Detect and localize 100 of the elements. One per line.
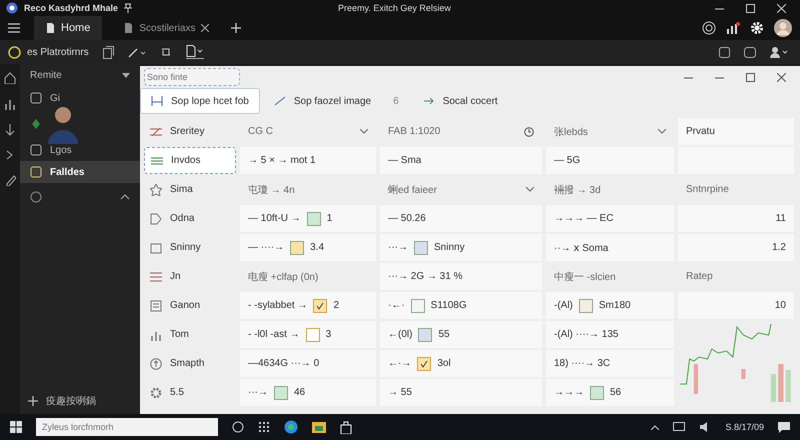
add-tab-icon[interactable] — [231, 23, 242, 33]
column-header: 裲撥 → 3d — [553, 184, 602, 198]
edit-icon[interactable] — [4, 174, 16, 186]
settings-icon — [150, 386, 162, 398]
column-header: 屯瓊 → 4n — [247, 184, 296, 198]
square-icon — [30, 166, 42, 178]
chevron-down-icon — [526, 187, 534, 192]
start-icon[interactable] — [10, 421, 22, 433]
home-icon[interactable] — [4, 72, 16, 84]
checkbox[interactable] — [417, 356, 432, 370]
add-icon[interactable] — [28, 396, 38, 406]
document-icon — [150, 300, 162, 312]
chevron-right-icon[interactable] — [6, 150, 14, 160]
sidebar-footer-label[interactable]: 疫趣按咧鍋 — [46, 394, 96, 408]
nav-item[interactable]: 5.5 — [144, 379, 236, 406]
table-cell: — 5G — [546, 147, 674, 174]
info-icon[interactable] — [30, 191, 42, 203]
time-field[interactable]: FAB 1:1020 — [380, 118, 542, 145]
column-header: Ratep — [685, 270, 714, 284]
table-cell: — 50.26 — [380, 205, 542, 232]
close-icon[interactable] — [777, 72, 786, 82]
settings-icon[interactable] — [750, 21, 764, 35]
smiley-icon[interactable] — [8, 46, 21, 58]
cell-value: Sninny — [434, 242, 465, 253]
copy-icon[interactable] — [102, 46, 114, 58]
tab[interactable]: Scostileriaxs — [112, 16, 222, 40]
network-icon[interactable] — [673, 422, 686, 432]
cell-label: ←·→ — [388, 358, 412, 369]
nav-item[interactable]: Tom — [144, 321, 236, 348]
cell-value: 3ol — [437, 358, 451, 369]
avatar-icon[interactable] — [774, 19, 792, 37]
menu-icon — [150, 272, 162, 282]
pin-icon — [124, 3, 132, 13]
table-cell: ··→ ⅹ Soma — [546, 234, 674, 261]
table-cell: →→→ — EC — [546, 205, 674, 232]
search-field[interactable]: Zyleus lorcfnmorh — [36, 418, 218, 436]
tab[interactable]: Home — [34, 16, 102, 40]
sidebar-item[interactable]: Falldes — [20, 161, 140, 183]
table-cell: 11 — [678, 205, 794, 232]
chevron-up-icon[interactable] — [120, 194, 130, 200]
bar-chart-icon[interactable] — [4, 98, 16, 110]
nav-item[interactable]: Invdos — [144, 147, 236, 174]
line-icon — [274, 96, 286, 106]
sidebar-item[interactable]: Gi — [20, 87, 140, 109]
tab[interactable]: Sop lope hcet fob — [140, 88, 260, 114]
browser-icon[interactable] — [284, 420, 298, 434]
nav-item[interactable]: Sreritey — [144, 118, 236, 145]
notification-icon[interactable] — [778, 422, 790, 432]
bar-chart-icon[interactable] — [726, 21, 740, 35]
square-icon — [30, 144, 42, 156]
checkbox[interactable] — [313, 298, 328, 312]
nav-item[interactable]: Jn — [144, 263, 236, 290]
dropdown[interactable]: 张lebds — [546, 118, 674, 145]
nav-item[interactable]: Sima — [144, 176, 236, 203]
caret-icon[interactable] — [122, 72, 130, 78]
table-cell: —4634G ···→ 0 — [240, 350, 376, 377]
document-icon — [46, 23, 55, 33]
table-cell: → 5 × → mot 1 — [240, 147, 376, 174]
folder-icon[interactable] — [312, 421, 326, 433]
filter-icon — [150, 126, 162, 136]
task-view-icon[interactable] — [232, 421, 244, 433]
cell-label: ·←· — [388, 300, 405, 311]
column-header: Sntnrpine — [685, 183, 730, 197]
cell-value: Sm180 — [598, 300, 631, 311]
document-icon — [124, 23, 134, 33]
close-icon[interactable] — [201, 24, 210, 32]
dropdown[interactable]: 蜊ed faieer — [380, 176, 542, 203]
nav-item[interactable]: Sninny — [144, 234, 236, 261]
table-cell: Prvatu — [678, 118, 794, 145]
nav-item[interactable]: Ganon — [144, 292, 236, 319]
clock[interactable]: S.8/17/09 — [725, 422, 764, 432]
checkbox[interactable] — [306, 328, 320, 342]
maximize-icon[interactable] — [746, 72, 755, 82]
download-icon[interactable] — [5, 124, 15, 136]
nav-item[interactable]: Odna — [144, 205, 236, 232]
document-icon[interactable] — [186, 45, 204, 59]
apps-icon[interactable] — [258, 421, 270, 433]
cell-label: →→→ — [554, 387, 584, 398]
cell-value: 3 — [326, 329, 332, 340]
dropdown[interactable]: CG C — [240, 118, 376, 145]
table-cell: → 55 — [380, 379, 542, 406]
column-header: 电瘦 +clfap (0n) — [247, 270, 320, 284]
table-cell: -(Al) ····→ 135 — [546, 321, 674, 348]
menu-icon[interactable] — [8, 23, 20, 33]
chevron-up-icon[interactable] — [651, 424, 660, 430]
cell-value: 2 — [333, 300, 340, 311]
checkmark-icon — [316, 302, 324, 310]
tab[interactable]: Socal cocert — [412, 88, 508, 114]
store-icon[interactable] — [340, 420, 352, 434]
cell-value: 55 — [438, 329, 450, 340]
sidebar-item[interactable]: Lgos — [20, 139, 140, 161]
list-icon — [151, 156, 163, 166]
search-field[interactable]: Sono finte — [144, 68, 240, 86]
help-icon[interactable] — [702, 21, 716, 35]
nav-item[interactable]: Smapth — [144, 350, 236, 377]
sidebar-header: Remite — [30, 70, 62, 81]
column-header: 中瘦一 -slcien — [553, 270, 617, 284]
tab[interactable]: Sop faozel image 6 — [264, 88, 409, 114]
table-cell: 1.2 — [678, 234, 794, 261]
cell-label: -(Al) — [554, 300, 573, 311]
